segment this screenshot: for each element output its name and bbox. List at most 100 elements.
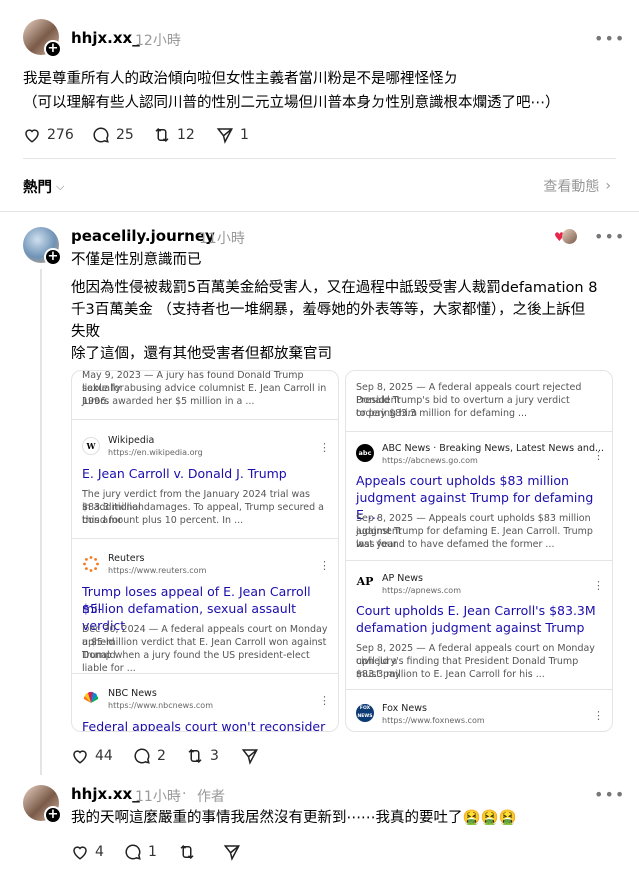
like-button[interactable]: 276: [23, 126, 74, 144]
fox-news-icon: FOX NEWS: [356, 704, 374, 722]
result-more-icon[interactable]: ⋮: [593, 449, 604, 462]
separator-dot: ·: [182, 786, 187, 802]
share-button[interactable]: [223, 843, 241, 861]
result-more-icon[interactable]: ⋮: [593, 579, 604, 592]
result-url: https://www.reuters.com: [108, 566, 207, 575]
like-count: 4: [95, 844, 104, 860]
follow-plus-icon[interactable]: +: [44, 806, 62, 824]
reply-text-line-1: 不僅是性別意識而已: [71, 252, 202, 268]
share-count: 1: [240, 127, 249, 143]
reply-username[interactable]: hhjx.xx_: [71, 785, 140, 803]
send-icon: [223, 845, 240, 861]
like-button[interactable]: 44: [71, 747, 113, 765]
like-button[interactable]: 4: [71, 843, 104, 861]
like-count: 44: [95, 748, 113, 764]
share-button[interactable]: [241, 747, 259, 765]
result-source: Fox News: [382, 703, 427, 714]
result-source: Wikipedia: [108, 435, 155, 446]
view-activity-label: 查看動態: [543, 179, 600, 195]
result-more-icon[interactable]: ⋮: [319, 559, 330, 572]
repost-icon: [180, 844, 194, 860]
comment-button[interactable]: 1: [124, 843, 157, 861]
repost-icon: [155, 127, 169, 143]
more-options-icon[interactable]: •••: [594, 785, 625, 804]
result-more-icon[interactable]: ⋮: [319, 441, 330, 454]
chevron-down-icon: ⌵: [56, 179, 65, 193]
reply-username[interactable]: peacelily.journey: [71, 227, 215, 245]
repost-count: 3: [210, 748, 219, 764]
view-activity-link[interactable]: 查看動態 ›: [543, 176, 611, 196]
result-more-icon[interactable]: ⋮: [319, 694, 330, 707]
result-title-link[interactable]: E. Jean Carroll v. Donald J. Trump: [82, 465, 328, 482]
result-divider: [346, 431, 612, 432]
result-title-link[interactable]: Appeals court upholds $83 million: [356, 472, 602, 489]
snippet-line: Jurors awarded her $5 million in a ...: [82, 396, 255, 407]
comment-icon: [93, 127, 109, 143]
like-count: 276: [47, 127, 74, 143]
heart-icon: [73, 846, 87, 860]
send-icon: [241, 749, 258, 765]
result-source: ABC News · Breaking News, Latest News an…: [382, 443, 605, 454]
result-url: https://www.nbcnews.com: [108, 701, 213, 710]
reuters-icon: [82, 555, 100, 573]
repost-button[interactable]: 12: [153, 126, 195, 144]
section-divider: [0, 211, 639, 212]
heart-icon: [73, 750, 87, 764]
comment-count: 25: [116, 127, 134, 143]
snippet-line: was found to have defamed the former ...: [356, 539, 555, 550]
result-url: https://en.wikipedia.org: [108, 448, 203, 457]
search-results-image-left[interactable]: May 9, 2023 — A jury has found Donald Tr…: [71, 370, 339, 732]
repost-button[interactable]: [178, 843, 196, 861]
comment-icon: [134, 748, 150, 764]
result-more-icon[interactable]: ⋮: [593, 709, 604, 722]
nbc-peacock-icon: [82, 689, 100, 707]
reply-paragraph-line-3: 失敗: [71, 324, 100, 340]
comment-button[interactable]: 25: [92, 126, 134, 144]
post-time: 12小時: [135, 33, 181, 49]
result-title-link[interactable]: Federal appeals court won't reconsider: [82, 718, 328, 731]
result-divider: [346, 560, 612, 561]
result-url: https://www.foxnews.com: [382, 716, 485, 725]
ap-news-icon: AP: [356, 574, 374, 592]
repost-button[interactable]: 3: [186, 747, 219, 765]
sort-label: 熱門: [23, 180, 52, 196]
post-text-line-2: （可以理解有些人認同川普的性別二元立場但川普本身ㄉ性別意識根本爛透了吧⋯）: [23, 95, 560, 111]
reply-time: 11小時: [199, 231, 245, 247]
follow-plus-icon[interactable]: +: [44, 40, 62, 58]
more-options-icon[interactable]: •••: [594, 227, 625, 246]
thread-line: [40, 269, 42, 775]
result-title-link[interactable]: Court upholds E. Jean Carroll's $83.3M: [356, 602, 602, 619]
comment-count: 2: [157, 748, 166, 764]
result-source: AP News: [382, 573, 423, 584]
liked-by-author-badge: ♥: [554, 229, 578, 245]
comment-count: 1: [148, 844, 157, 860]
result-url: https://abcnews.go.com: [382, 456, 478, 465]
result-source: Reuters: [108, 553, 145, 564]
result-divider: [72, 419, 338, 420]
repost-icon: [188, 748, 202, 764]
sort-dropdown[interactable]: 熱門 ⌵: [23, 176, 64, 197]
share-button[interactable]: 1: [216, 126, 249, 144]
repost-count: 12: [177, 127, 195, 143]
chevron-right-icon: ›: [605, 178, 611, 194]
reply-text-last-line: 除了這個，還有其他受害者但都放棄官司: [71, 346, 332, 362]
comment-icon: [125, 844, 141, 860]
reply-paragraph-line-2: 千3百萬美金 （支持者也一堆網暴，羞辱她的外表等等，大家都懂），之後上訴但: [71, 302, 586, 318]
comment-button[interactable]: 2: [133, 747, 166, 765]
post-username[interactable]: hhjx.xx_: [71, 29, 140, 47]
more-options-icon[interactable]: •••: [594, 29, 625, 48]
reply-text: 我的天啊這麼嚴重的事情我居然沒有更新到⋯⋯我真的要吐了🤮🤮🤮: [71, 810, 517, 826]
search-results-image-right[interactable]: Sep 8, 2025 — A federal appeals court re…: [345, 370, 613, 732]
result-divider: [72, 673, 338, 674]
divider: [23, 158, 616, 159]
wikipedia-icon: W: [82, 437, 100, 455]
author-badge: 作者: [197, 789, 225, 805]
reply-paragraph-line-1: 他因為性侵被裁罰5百萬美金給受害人，又在過程中詆毀受害人裁罰defamation…: [71, 280, 598, 296]
snippet-line: Trump when a jury found the US president…: [82, 650, 310, 674]
result-divider: [72, 538, 338, 539]
result-url: https://apnews.com: [382, 586, 461, 595]
post-text-line-1: 我是尊重所有人的政治傾向啦但女性主義者當川粉是不是哪裡怪怪ㄉ: [23, 71, 458, 87]
result-title-link[interactable]: defamation judgment against Trump: [356, 619, 602, 636]
follow-plus-icon[interactable]: +: [44, 248, 62, 266]
abc-news-icon: abc: [356, 444, 374, 462]
